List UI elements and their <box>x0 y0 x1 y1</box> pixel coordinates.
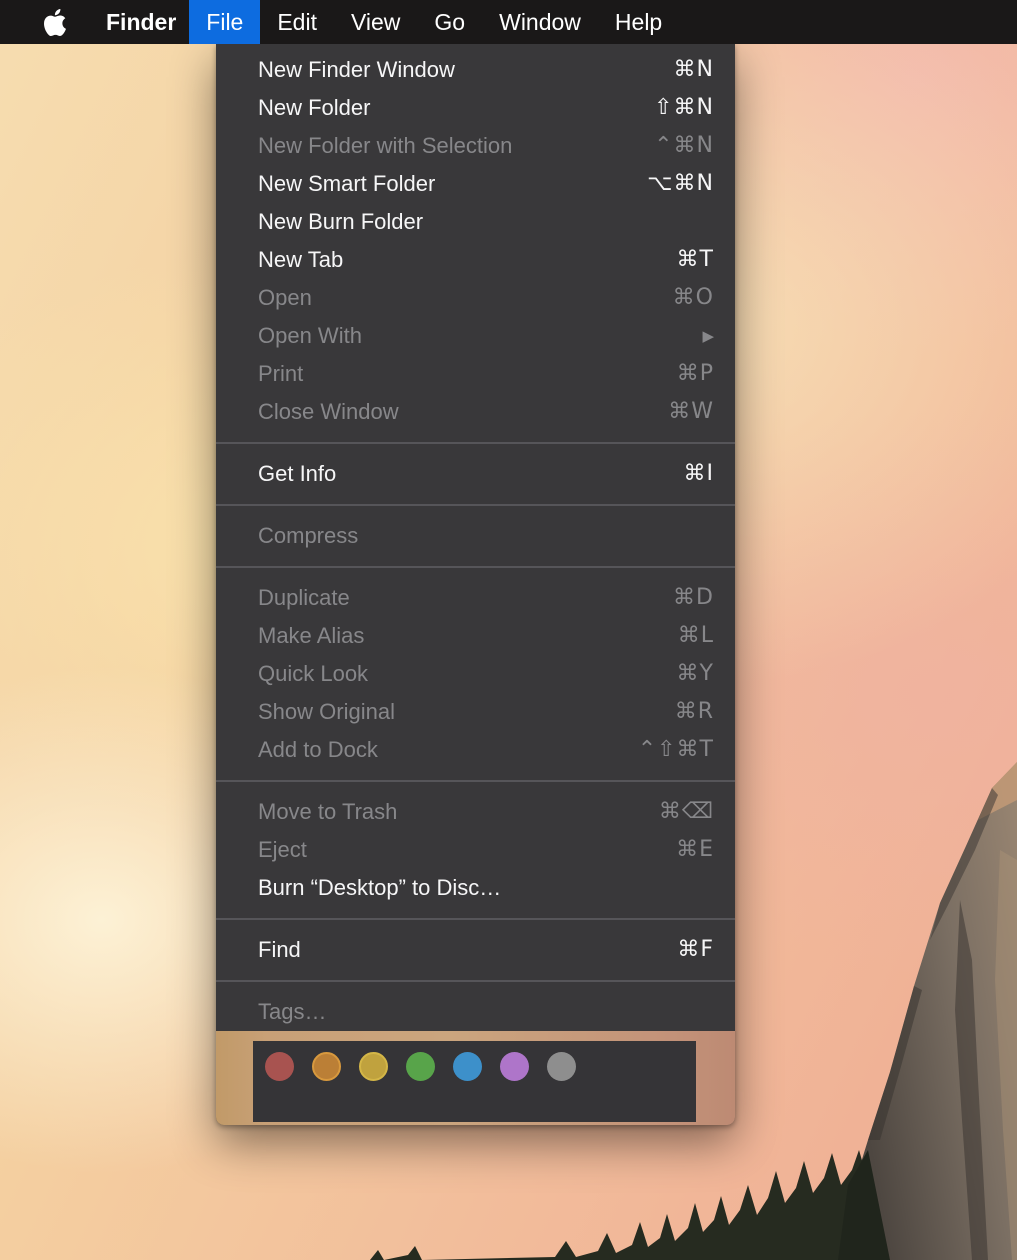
menu-item-label: Tags… <box>258 999 327 1024</box>
tags-row <box>216 1031 735 1125</box>
menu-item-shortcut: ⌘O <box>672 285 714 310</box>
menu-item-shortcut: ⇧⌘N <box>654 95 714 120</box>
menu-separator <box>216 442 735 444</box>
menu-item-shortcut: ⌘D <box>673 585 714 610</box>
tag-green[interactable] <box>406 1052 435 1081</box>
menu-item-label: Add to Dock <box>258 737 378 762</box>
menu-item-label: Make Alias <box>258 623 365 648</box>
menu-item-label: Quick Look <box>258 661 369 686</box>
menu-item-shortcut: ⌘W <box>668 399 714 424</box>
tag-red[interactable] <box>265 1052 294 1081</box>
menu-separator <box>216 980 735 982</box>
menubar-item-edit[interactable]: Edit <box>260 0 334 44</box>
menu-item-shortcut: ⌘Y <box>676 661 714 686</box>
menu-item-shortcut: ⌘N <box>673 57 714 82</box>
menu-item-label: Move to Trash <box>258 799 398 824</box>
menu-item-label: Burn “Desktop” to Disc… <box>258 875 502 900</box>
tag-gray[interactable] <box>547 1052 576 1081</box>
menu-item-label: Find <box>258 937 301 962</box>
menu-item-make-alias: Make Alias ⌘L <box>216 617 735 655</box>
menu-item-shortcut: ⌘P <box>676 361 714 386</box>
menu-bar: Finder File Edit View Go Window Help <box>0 0 1017 44</box>
tag-orange[interactable] <box>312 1052 341 1081</box>
menu-item-label: Open <box>258 285 312 310</box>
menu-item-label: New Folder <box>258 95 371 120</box>
menu-item-new-burn-folder[interactable]: New Burn Folder <box>216 203 735 241</box>
menu-item-get-info[interactable]: Get Info ⌘I <box>216 455 735 493</box>
menu-item-new-tab[interactable]: New Tab ⌘T <box>216 241 735 279</box>
menu-item-label: Show Original <box>258 699 395 724</box>
menu-item-label: Get Info <box>258 461 337 486</box>
menubar-item-help[interactable]: Help <box>598 0 679 44</box>
menu-item-show-original: Show Original ⌘R <box>216 693 735 731</box>
menu-item-label: Close Window <box>258 399 399 424</box>
menu-item-shortcut: ⌃⌘N <box>654 133 714 158</box>
tag-blue[interactable] <box>453 1052 482 1081</box>
menu-item-shortcut: ⌘I <box>683 461 714 486</box>
menu-separator <box>216 566 735 568</box>
menubar-item-window[interactable]: Window <box>482 0 598 44</box>
menu-separator <box>216 780 735 782</box>
menu-item-shortcut: ⌘F <box>677 937 714 962</box>
menubar-item-go[interactable]: Go <box>417 0 482 44</box>
menubar-item-view[interactable]: View <box>334 0 417 44</box>
menu-item-shortcut: ⌘E <box>676 837 714 862</box>
menu-item-print: Print ⌘P <box>216 355 735 393</box>
menu-item-eject: Eject ⌘E <box>216 831 735 869</box>
menu-item-compress: Compress <box>216 517 735 555</box>
menubar-item-finder[interactable]: Finder <box>93 0 189 44</box>
menu-item-close-window: Close Window ⌘W <box>216 393 735 431</box>
menu-item-label: New Tab <box>258 247 344 272</box>
menu-item-open: Open ⌘O <box>216 279 735 317</box>
menu-item-label: Eject <box>258 837 307 862</box>
menu-item-label: Print <box>258 361 304 386</box>
menubar-items: Finder File Edit View Go Window Help <box>93 0 679 44</box>
file-menu-items: New Finder Window ⌘N New Folder ⇧⌘N New Fold… <box>216 51 735 1031</box>
menu-separator <box>216 918 735 920</box>
menu-item-label: New Finder Window <box>258 57 455 82</box>
menu-item-label: Duplicate <box>258 585 350 610</box>
submenu-arrow-icon: ▶ <box>702 327 714 345</box>
menu-item-burn-desktop-to-disc[interactable]: Burn “Desktop” to Disc… <box>216 869 735 907</box>
apple-icon <box>44 8 66 36</box>
menu-item-new-folder[interactable]: New Folder ⇧⌘N <box>216 89 735 127</box>
menu-item-label: New Smart Folder <box>258 171 436 196</box>
tag-yellow[interactable] <box>359 1052 388 1081</box>
menubar-item-file[interactable]: File <box>189 0 261 44</box>
menu-item-new-finder-window[interactable]: New Finder Window ⌘N <box>216 51 735 89</box>
menu-item-shortcut: ⌘R <box>674 699 714 724</box>
apple-menu[interactable] <box>41 7 69 37</box>
trees-silhouette-icon <box>370 1150 890 1260</box>
menu-item-shortcut: ⌘L <box>677 623 714 648</box>
menu-item-add-to-dock: Add to Dock ⌃⇧⌘T <box>216 731 735 769</box>
menu-item-quick-look: Quick Look ⌘Y <box>216 655 735 693</box>
menu-item-label: New Folder with Selection <box>258 133 513 158</box>
tag-colors-container <box>253 1041 696 1122</box>
menu-item-label: Compress <box>258 523 359 548</box>
menu-item-shortcut: ⌃⇧⌘T <box>637 737 714 762</box>
menu-item-shortcut: ⌥⌘N <box>647 171 714 196</box>
menu-item-move-to-trash: Move to Trash ⌘⌫ <box>216 793 735 831</box>
menu-item-shortcut: ⌘⌫ <box>658 799 714 824</box>
tag-purple[interactable] <box>500 1052 529 1081</box>
menu-item-label: New Burn Folder <box>258 209 424 234</box>
menu-item-new-smart-folder[interactable]: New Smart Folder ⌥⌘N <box>216 165 735 203</box>
menu-separator <box>216 504 735 506</box>
menu-item-open-with: Open With ▶ <box>216 317 735 355</box>
menu-item-find[interactable]: Find ⌘F <box>216 931 735 969</box>
file-menu-dropdown: New Finder Window ⌘N New Folder ⇧⌘N New Fold… <box>216 44 735 1125</box>
menu-item-label: Open With <box>258 323 362 348</box>
menu-item-tags: Tags… <box>216 993 735 1031</box>
menu-item-shortcut: ⌘T <box>676 247 714 272</box>
menu-item-new-folder-with-selection: New Folder with Selection ⌃⌘N <box>216 127 735 165</box>
menu-item-duplicate: Duplicate ⌘D <box>216 579 735 617</box>
